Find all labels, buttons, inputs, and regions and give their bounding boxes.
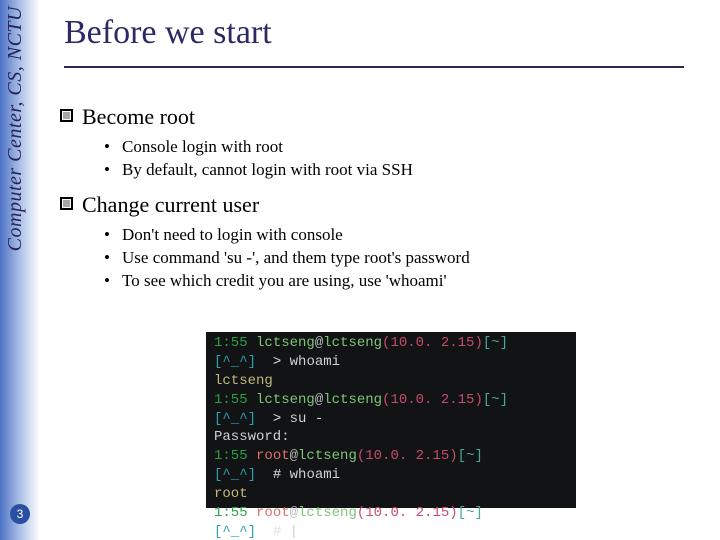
list-item-text: By default, cannot login with root via S… [122,160,413,179]
terminal-line: 1:55 root@lctseng(10.0. 2.15)[~] [214,447,568,466]
list-item: •Don't need to login with console [122,224,690,247]
sidebar-strip: Computer Center, CS, NCTU [0,0,40,540]
terminal-line: 1:55 root@lctseng(10.0. 2.15)[~] [214,504,568,523]
sidebar-org-text: Computer Center, CS, NCTU [4,6,27,251]
list-item-text: Use command 'su -', and them type root's… [122,248,470,267]
dot-bullet-icon: • [104,136,110,159]
list-item-text: To see which credit you are using, use '… [122,271,447,290]
slide: Computer Center, CS, NCTU 3 Before we st… [0,0,720,540]
section-heading: Change current user [82,192,690,218]
terminal-line: 1:55 lctseng@lctseng(10.0. 2.15)[~] [214,391,568,410]
square-bullet-icon [60,197,73,210]
list-item: •By default, cannot login with root via … [122,159,690,182]
list-item: •Console login with root [122,136,690,159]
content-area: Before we start Become root •Console log… [64,14,690,293]
dot-bullet-icon: • [104,159,110,182]
terminal-line: 1:55 lctseng@lctseng(10.0. 2.15)[~] [214,334,568,353]
section-heading-text: Change current user [82,192,259,217]
list-item-text: Don't need to login with console [122,225,343,244]
slide-title: Before we start [64,14,690,52]
dot-bullet-icon: • [104,270,110,293]
terminal-line: [^_^] # | [214,523,568,540]
terminal-line: [^_^] > su - [214,410,568,429]
title-underline [64,66,684,68]
terminal-line: root [214,485,568,504]
terminal-line: [^_^] # whoami [214,466,568,485]
list-item: •To see which credit you are using, use … [122,270,690,293]
list-item: •Use command 'su -', and them type root'… [122,247,690,270]
page-number-badge: 3 [10,504,30,524]
terminal-screenshot: 1:55 lctseng@lctseng(10.0. 2.15)[~] [^_^… [206,332,576,508]
list-item-text: Console login with root [122,137,283,156]
terminal-line: lctseng [214,372,568,391]
terminal-line: Password: [214,428,568,447]
section-heading-text: Become root [82,104,195,129]
terminal-line: [^_^] > whoami [214,353,568,372]
square-bullet-icon [60,109,73,122]
section-heading: Become root [82,104,690,130]
dot-bullet-icon: • [104,224,110,247]
dot-bullet-icon: • [104,247,110,270]
